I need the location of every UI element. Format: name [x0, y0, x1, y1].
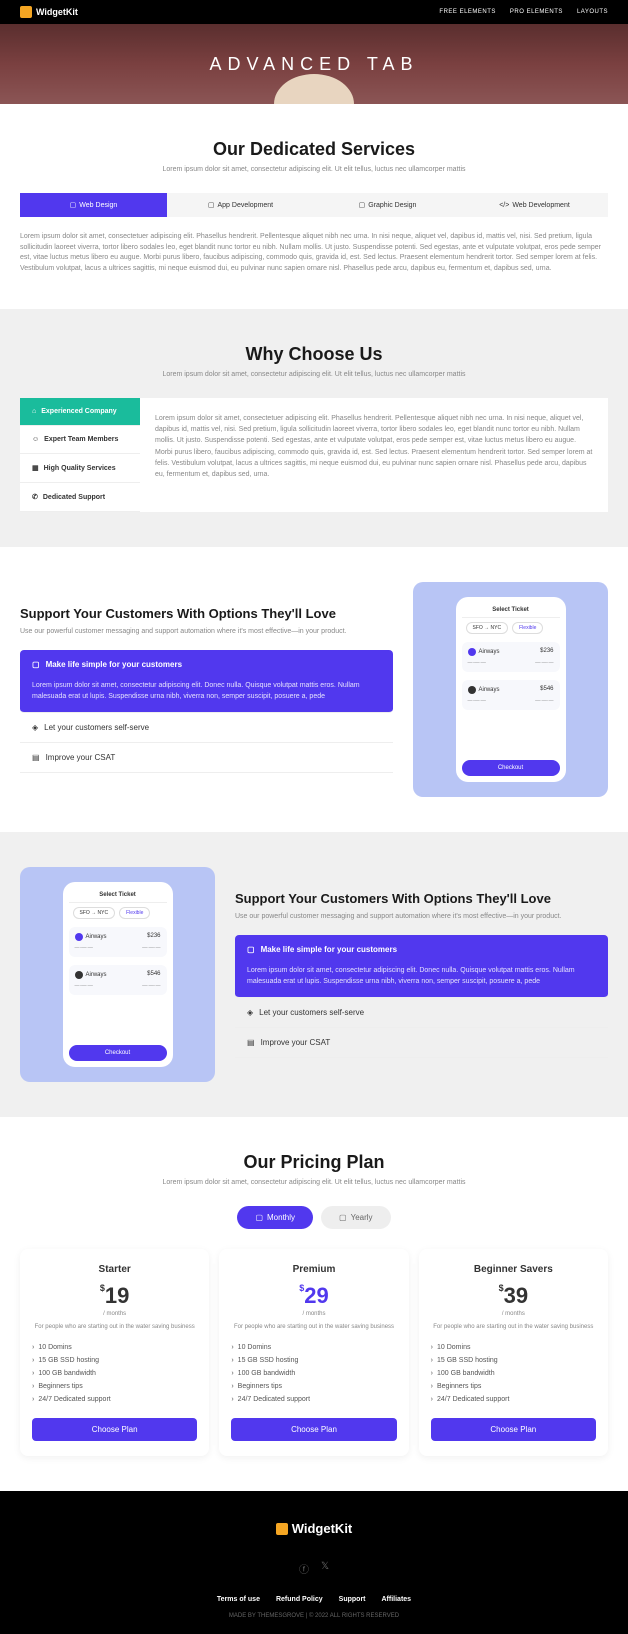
checkout-button[interactable]: Checkout — [462, 760, 560, 776]
calendar-icon: ▢ — [255, 1213, 263, 1222]
phone-2: Select Ticket SFO → NYC Flexible Airways… — [63, 882, 173, 1067]
phone-route: SFO → NYC Flexible — [462, 618, 560, 638]
phone-1: Select Ticket SFO → NYC Flexible Airways… — [456, 597, 566, 782]
tab-web-development[interactable]: </>Web Development — [461, 193, 608, 217]
phone-icon: ▢ — [208, 201, 215, 209]
tab-web-design[interactable]: ▢Web Design — [20, 193, 167, 217]
services-title: Our Dedicated Services — [20, 139, 608, 160]
tab-monthly[interactable]: ▢Monthly — [237, 1206, 313, 1229]
accordion-body: Lorem ipsum dolor sit amet, consectetur … — [32, 681, 381, 702]
chart-icon: ▤ — [32, 753, 40, 762]
why-tab-experienced[interactable]: ⌂Experienced Company — [20, 398, 140, 426]
support-text-1: Support Your Customers With Options They… — [20, 606, 393, 774]
footer-logo-icon — [276, 1523, 288, 1535]
why-content: Lorem ipsum dolor sit amet, consectetuer… — [140, 398, 608, 512]
tab-app-development[interactable]: ▢App Development — [167, 193, 314, 217]
logo-icon — [20, 6, 32, 18]
social-icons: ⓕ 𝕏 — [20, 1561, 608, 1576]
pricing-section: Our Pricing Plan Lorem ipsum dolor sit a… — [0, 1117, 628, 1491]
facebook-icon[interactable]: ⓕ — [299, 1561, 309, 1576]
file-icon: ▢ — [32, 660, 40, 669]
support-title-1: Support Your Customers With Options They… — [20, 606, 393, 623]
support-subtitle-1: Use our powerful customer messaging and … — [20, 628, 393, 635]
services-subtitle: Lorem ipsum dolor sit amet, consectetur … — [20, 166, 608, 173]
plan-beginner: Beginner Savers $39 / months For people … — [419, 1249, 608, 1456]
header: WidgetKit FREE ELEMENTS PRO ELEMENTS LAY… — [0, 0, 628, 24]
pricing-cards: Starter $19 / months For people who are … — [20, 1249, 608, 1456]
nav-layouts[interactable]: LAYOUTS — [577, 9, 608, 15]
logo-text: WidgetKit — [36, 7, 78, 17]
accordion-csat[interactable]: ▤Improve your CSAT — [20, 743, 393, 773]
accordion-make-simple-2[interactable]: ▢Make life simple for your customers Lor… — [235, 935, 608, 998]
ticket-card-2: Airways$546 —·—·——·—·— — [462, 680, 560, 710]
phone-icon: ✆ — [32, 493, 38, 501]
why-tab-support[interactable]: ✆Dedicated Support — [20, 483, 140, 512]
accordion-self-serve[interactable]: ◈Let your customers self-serve — [20, 713, 393, 743]
services-content: Lorem ipsum dolor sit amet, consectetuer… — [20, 232, 608, 274]
why-subtitle: Lorem ipsum dolor sit amet, consectetur … — [20, 371, 608, 378]
building-icon: ⌂ — [32, 408, 36, 415]
choose-plan-beginner[interactable]: Choose Plan — [431, 1418, 596, 1441]
services-tabs: ▢Web Design ▢App Development ▢Graphic De… — [20, 193, 608, 217]
pricing-title: Our Pricing Plan — [20, 1152, 608, 1173]
ticket-card-1: Airways$236 —·—·——·—·— — [462, 642, 560, 672]
grid-icon: ▦ — [32, 464, 39, 472]
phone-mockup-2: Select Ticket SFO → NYC Flexible Airways… — [20, 867, 215, 1082]
hero: ADVANCED TAB — [0, 24, 628, 104]
nav-free-elements[interactable]: FREE ELEMENTS — [439, 9, 496, 15]
pricing-tabs: ▢Monthly ▢Yearly — [20, 1206, 608, 1229]
support-section-2: Select Ticket SFO → NYC Flexible Airways… — [0, 832, 628, 1117]
shield-icon: ◈ — [32, 723, 38, 732]
footer: WidgetKit ⓕ 𝕏 Terms of use Refund Policy… — [0, 1491, 628, 1634]
file-icon: ▢ — [247, 945, 255, 954]
calendar-icon: ▢ — [339, 1213, 347, 1222]
accordion-csat-2[interactable]: ▤Improve your CSAT — [235, 1028, 608, 1058]
phone-header: Select Ticket — [462, 603, 560, 618]
why-tab-quality[interactable]: ▦High Quality Services — [20, 454, 140, 483]
tab-graphic-design[interactable]: ▢Graphic Design — [314, 193, 461, 217]
users-icon: ☺ — [32, 436, 39, 443]
choose-plan-premium[interactable]: Choose Plan — [231, 1418, 396, 1441]
why-tab-team[interactable]: ☺Expert Team Members — [20, 426, 140, 454]
monitor-icon: ▢ — [70, 201, 77, 209]
accordion-self-serve-2[interactable]: ◈Let your customers self-serve — [235, 998, 608, 1028]
footer-logo[interactable]: WidgetKit — [20, 1521, 608, 1536]
plan-premium: Premium $29 / months For people who are … — [219, 1249, 408, 1456]
support-text-2: Support Your Customers With Options They… — [235, 891, 608, 1059]
features-list: 10 Domins 15 GB SSD hosting 100 GB bandw… — [32, 1341, 197, 1406]
grid-icon: ▢ — [359, 201, 366, 209]
accordion-make-simple[interactable]: ▢Make life simple for your customers Lor… — [20, 650, 393, 713]
why-tabs: ⌂Experienced Company ☺Expert Team Member… — [20, 398, 140, 512]
support-section-1: Support Your Customers With Options They… — [0, 547, 628, 832]
nav-menu: FREE ELEMENTS PRO ELEMENTS LAYOUTS — [439, 9, 608, 15]
nav-pro-elements[interactable]: PRO ELEMENTS — [510, 9, 563, 15]
logo[interactable]: WidgetKit — [20, 6, 78, 18]
twitter-icon[interactable]: 𝕏 — [321, 1561, 329, 1576]
shield-icon: ◈ — [247, 1008, 253, 1017]
services-section: Our Dedicated Services Lorem ipsum dolor… — [0, 104, 628, 309]
why-card: ⌂Experienced Company ☺Expert Team Member… — [20, 398, 608, 512]
footer-copyright: MADE BY THEMESGROVE | © 2022 ALL RIGHTS … — [20, 1613, 608, 1619]
why-title: Why Choose Us — [20, 344, 608, 365]
choose-plan-starter[interactable]: Choose Plan — [32, 1418, 197, 1441]
tab-yearly[interactable]: ▢Yearly — [321, 1206, 391, 1229]
phone-mockup-1: Select Ticket SFO → NYC Flexible Airways… — [413, 582, 608, 797]
plan-starter: Starter $19 / months For people who are … — [20, 1249, 209, 1456]
why-section: Why Choose Us Lorem ipsum dolor sit amet… — [0, 309, 628, 547]
hero-title: ADVANCED TAB — [209, 54, 418, 75]
code-icon: </> — [499, 202, 509, 209]
chart-icon: ▤ — [247, 1038, 255, 1047]
pricing-subtitle: Lorem ipsum dolor sit amet, consectetur … — [20, 1179, 608, 1186]
